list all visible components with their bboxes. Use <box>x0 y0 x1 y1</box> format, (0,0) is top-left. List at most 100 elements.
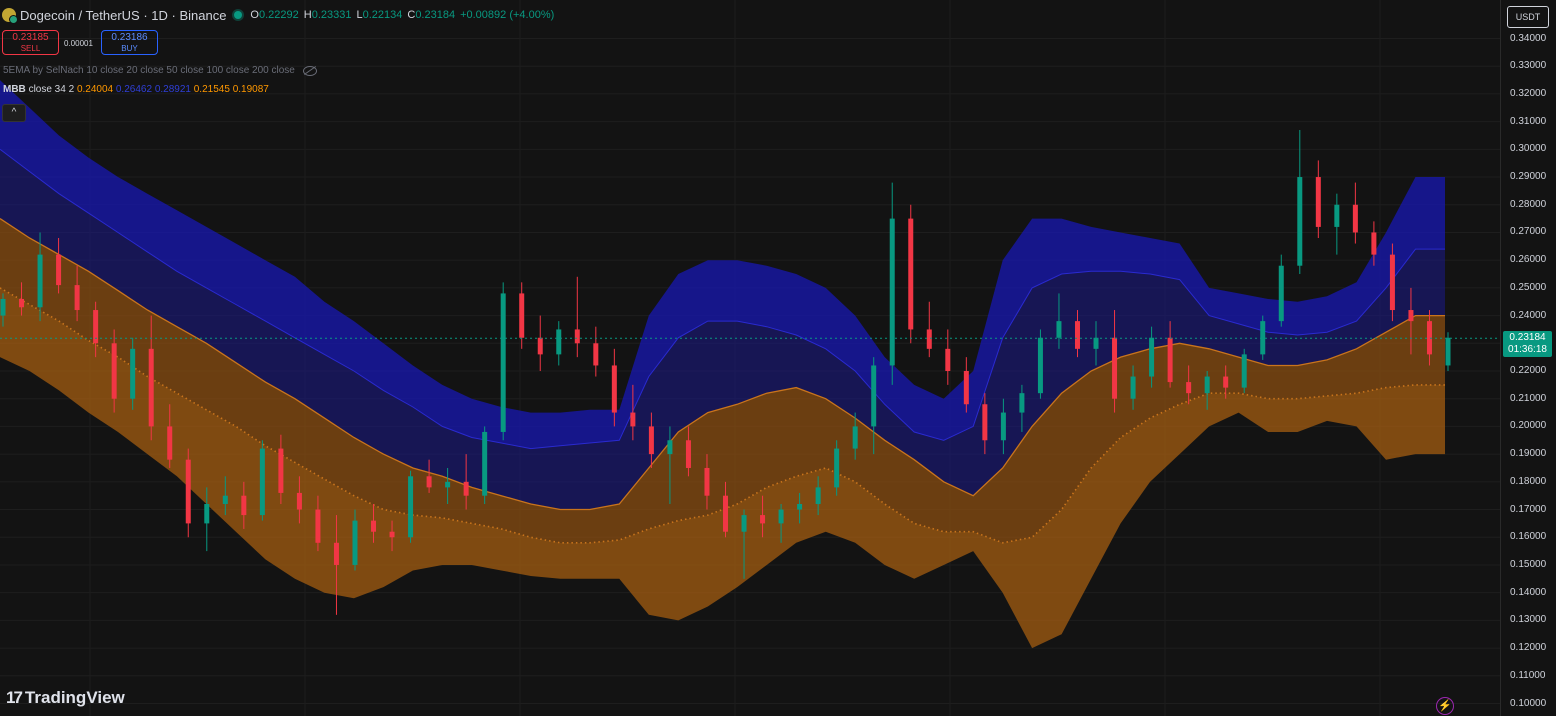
price-tick-label: 0.11000 <box>1510 669 1546 681</box>
candle <box>1037 329 1043 399</box>
market-open-icon <box>234 11 243 19</box>
candle-body <box>259 448 265 516</box>
mbb-value-lower-1: 0.21545 <box>193 84 230 95</box>
candle <box>593 326 599 377</box>
candle-body <box>648 426 654 455</box>
candle-body <box>574 329 580 344</box>
candle <box>482 426 488 504</box>
price-tick-label: 0.15000 <box>1510 558 1547 570</box>
candle-body <box>1408 310 1414 322</box>
mbb-value-upper-1: 0.26462 <box>115 84 153 95</box>
price-tick-label: 0.16000 <box>1510 531 1547 543</box>
hidden-eye-icon[interactable] <box>302 65 317 76</box>
sell-button[interactable]: 0.23185 SELL <box>2 30 59 55</box>
candle-body <box>1278 265 1284 322</box>
candle-body <box>315 509 321 543</box>
candle-body <box>204 504 210 524</box>
mbb-indicator-legend[interactable]: MBB close 34 2 0.24004 0.26462 0.28921 0… <box>3 84 269 95</box>
candle-body <box>111 343 117 399</box>
candle-body <box>1334 204 1340 227</box>
candle-body <box>130 348 136 399</box>
candle-body <box>371 520 377 532</box>
candle-body <box>1352 204 1358 233</box>
spread-value: 0.00001 <box>64 39 93 48</box>
candle-body <box>982 404 988 441</box>
candle-body <box>741 515 747 532</box>
candle-body <box>926 329 932 349</box>
candle-body <box>463 481 469 496</box>
candle-body <box>352 520 358 565</box>
candle-body <box>185 459 191 524</box>
candle-body <box>19 298 25 308</box>
candle <box>1241 348 1247 394</box>
symbol-title[interactable]: Dogecoin / TetherUS · 1D · Binance <box>20 8 226 23</box>
lightning-icon[interactable]: ⚡ <box>1436 697 1454 715</box>
candle <box>908 204 914 344</box>
candle-body <box>1093 337 1099 349</box>
candle-body <box>445 481 451 488</box>
mbb-value-lower-2: 0.19087 <box>232 84 269 95</box>
candle-body <box>1223 376 1229 388</box>
candle-body <box>1000 412 1006 441</box>
price-tick-label: 0.18000 <box>1510 475 1547 487</box>
current-price-tag: 0.23184 01:36:18 <box>1503 331 1552 357</box>
symbol-header[interactable]: Dogecoin / TetherUS · 1D · Binance O0.22… <box>2 4 559 26</box>
price-tick-label: 0.14000 <box>1510 586 1547 598</box>
ohlc-low: L0.22134 <box>356 9 403 21</box>
price-tick-label: 0.30000 <box>1510 143 1547 155</box>
collapse-legend-button[interactable]: ^ <box>2 104 26 122</box>
tradingview-wordmark: TradingView <box>24 688 125 707</box>
candle-body <box>1112 337 1118 399</box>
price-chart[interactable] <box>0 0 1500 716</box>
sell-price: 0.23185 <box>12 32 49 43</box>
candle-body <box>500 293 506 432</box>
candle-body <box>222 495 228 504</box>
candle <box>1278 254 1284 327</box>
price-tick-label: 0.25000 <box>1510 281 1547 293</box>
candle-body <box>760 515 766 524</box>
buy-button[interactable]: 0.23186 BUY <box>101 30 158 55</box>
mbb-value-basis: 0.24004 <box>76 84 114 95</box>
candle-body <box>797 504 803 510</box>
candle-body <box>593 343 599 366</box>
price-tick-label: 0.28000 <box>1510 198 1547 210</box>
currency-selector[interactable]: USDT <box>1507 6 1549 28</box>
candle <box>1297 129 1303 275</box>
candle <box>926 301 932 358</box>
candle-body <box>1315 177 1321 227</box>
candle-body <box>723 495 728 532</box>
candle <box>556 321 562 366</box>
candle-body <box>1241 354 1247 388</box>
candle-body <box>519 293 525 338</box>
candle <box>1315 160 1321 238</box>
candle <box>1334 193 1340 255</box>
candle-body <box>611 365 617 413</box>
multi-bollinger-bands <box>0 80 1445 649</box>
ohlc-close: C0.23184 <box>407 9 456 21</box>
price-axis[interactable]: 0.34000 0.33000 0.32000 0.31000 0.30000 0.290… <box>1500 0 1556 716</box>
candle-body <box>241 495 247 516</box>
candle-body <box>333 542 339 565</box>
price-tick-label: 0.29000 <box>1510 171 1547 183</box>
ema-indicator-legend[interactable]: 5EMA by SelNach 10 close 20 close 50 clo… <box>3 65 317 76</box>
candle-body <box>871 365 877 427</box>
candle-body <box>1389 254 1395 311</box>
sell-label: SELL <box>20 44 41 53</box>
candle-body <box>1037 337 1043 394</box>
mbb-params: close 34 2 <box>28 84 75 95</box>
candle-body <box>1204 376 1210 394</box>
candle-body <box>1074 321 1080 349</box>
candle-body <box>704 467 710 496</box>
chevron-up-icon: ^ <box>11 107 17 118</box>
candle <box>1352 182 1358 244</box>
candle-body <box>778 509 784 524</box>
tradingview-logo[interactable]: 17 TradingView <box>6 688 125 708</box>
candle <box>408 470 414 543</box>
candle-body <box>148 348 154 427</box>
candle-body <box>1019 393 1025 413</box>
candle-body <box>945 348 951 371</box>
candle <box>1389 243 1395 322</box>
candle-body <box>667 440 673 455</box>
price-tick-label: 0.10000 <box>1510 697 1547 709</box>
price-tick-label: 0.21000 <box>1510 392 1547 404</box>
